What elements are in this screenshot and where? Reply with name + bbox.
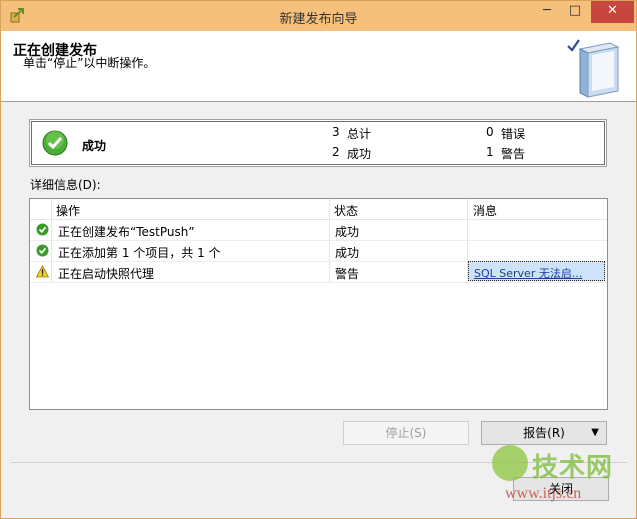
watermark-title: 技术网: [532, 453, 614, 483]
column-header-message[interactable]: 消息: [473, 202, 497, 219]
success-large-icon: [42, 130, 68, 156]
watermark-logo: [492, 445, 528, 481]
maximize-button[interactable]: □: [561, 1, 589, 23]
row-status: 警告: [335, 267, 360, 281]
grid-header: 操作 状态 消息: [30, 199, 607, 220]
success-count: 2: [332, 145, 340, 159]
column-header-status[interactable]: 状态: [334, 202, 358, 219]
row-status: 成功: [335, 246, 360, 260]
warning-count: 1: [486, 145, 494, 159]
summary-status: 成功: [82, 139, 107, 153]
title-bar: 新建发布向导 ─ □ ✕: [1, 1, 636, 31]
row-status: 成功: [335, 225, 360, 239]
wizard-header: 正在创建发布 单击“停止”以中断操作。: [1, 31, 636, 102]
success-label: 成功: [347, 147, 372, 161]
total-count: 3: [332, 125, 340, 139]
details-label: 详细信息(D):: [30, 178, 101, 192]
warning-icon: [36, 265, 49, 278]
row-action: 正在添加第 1 个项目，共 1 个: [58, 246, 221, 260]
table-row[interactable]: 正在创建发布“TestPush” 成功: [30, 219, 607, 241]
watermark-url: www.itjs.cn: [505, 485, 582, 502]
row-action: 正在启动快照代理: [58, 267, 155, 281]
success-icon: [36, 244, 49, 257]
wizard-window: 新建发布向导 ─ □ ✕ 正在创建发布 单击“停止”以中断操作。 成功 3 总计…: [0, 0, 637, 519]
details-grid: 操作 状态 消息 正在创建发布“TestPush” 成功 正在添加第 1 个项目…: [29, 198, 608, 410]
minimize-button[interactable]: ─: [533, 1, 561, 23]
site-watermark: 技术网 www.itjs.cn: [487, 441, 627, 511]
summary-panel: 成功 3 总计 2 成功 0 错误 1 警告: [29, 119, 607, 167]
publication-book-icon: [567, 39, 620, 98]
stop-button[interactable]: 停止(S): [343, 421, 469, 445]
total-label: 总计: [347, 127, 372, 141]
message-link-text[interactable]: SQL Server 无法启...: [474, 265, 582, 281]
success-icon: [36, 223, 49, 236]
warning-label: 警告: [501, 147, 526, 161]
table-row[interactable]: 正在添加第 1 个项目，共 1 个 成功: [30, 240, 607, 262]
column-header-action[interactable]: 操作: [56, 202, 80, 219]
error-count: 0: [486, 125, 494, 139]
message-link[interactable]: SQL Server 无法启...: [468, 261, 605, 281]
report-button-label: 报告(R): [523, 426, 565, 440]
row-action: 正在创建发布“TestPush”: [58, 225, 195, 239]
page-subtitle: 单击“停止”以中断操作。: [23, 56, 156, 70]
table-row[interactable]: 正在启动快照代理 警告 SQL Server 无法启...: [30, 261, 607, 283]
close-window-button[interactable]: ✕: [591, 1, 634, 23]
error-label: 错误: [501, 127, 526, 141]
